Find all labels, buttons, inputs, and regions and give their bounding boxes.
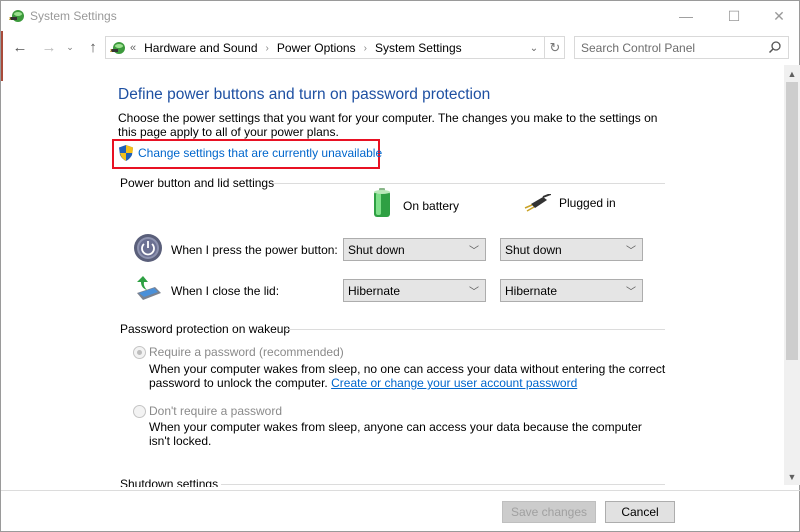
footer-divider bbox=[1, 490, 800, 491]
section-title-power: Power button and lid settings bbox=[120, 176, 275, 190]
system-settings-window: System Settings — ☐ ✕ ← → ⌄ ↑ « Hardware… bbox=[0, 0, 800, 532]
title-bar: System Settings — ☐ ✕ bbox=[1, 1, 799, 31]
maximize-button[interactable]: ☐ bbox=[711, 1, 757, 31]
page-title: Define power buttons and turn on passwor… bbox=[118, 86, 491, 103]
dont-require-password-radio[interactable]: Don't require a password bbox=[133, 404, 282, 418]
section-divider bbox=[273, 183, 665, 184]
selected-value: Hibernate bbox=[348, 283, 401, 298]
uac-shield-icon bbox=[119, 145, 133, 161]
breadcrumb-separator-icon[interactable]: › bbox=[266, 43, 269, 54]
scroll-thumb[interactable] bbox=[786, 82, 798, 360]
power-button-on-battery-select[interactable]: Shut down ﹀ bbox=[343, 238, 486, 261]
selected-value: Hibernate bbox=[505, 283, 558, 298]
scroll-down-icon[interactable]: ▼ bbox=[784, 468, 800, 485]
overflow-chevron-icon[interactable]: « bbox=[130, 42, 136, 54]
section-divider bbox=[285, 329, 665, 330]
on-battery-label: On battery bbox=[403, 199, 460, 213]
require-password-description: When your computer wakes from sleep, no … bbox=[149, 362, 669, 390]
dont-require-password-description: When your computer wakes from sleep, any… bbox=[149, 420, 642, 448]
plugged-in-label: Plugged in bbox=[559, 196, 616, 210]
change-unavailable-settings-link[interactable]: Change settings that are currently unava… bbox=[138, 146, 382, 160]
window-title: System Settings bbox=[30, 9, 117, 23]
save-changes-button[interactable]: Save changes bbox=[502, 501, 596, 523]
column-on-battery: On battery bbox=[373, 188, 460, 218]
recent-locations-button[interactable]: ⌄ bbox=[63, 36, 77, 58]
close-lid-label: When I close the lid: bbox=[171, 284, 280, 298]
search-box bbox=[574, 36, 789, 59]
vertical-scrollbar[interactable]: ▲ ▼ bbox=[784, 65, 800, 485]
content-pane: Define power buttons and turn on passwor… bbox=[3, 63, 785, 487]
power-button-label: When I press the power button: bbox=[171, 243, 338, 257]
section-title-shutdown: Shutdown settings bbox=[120, 477, 219, 487]
section-divider bbox=[221, 484, 665, 485]
power-button-plugged-in-select[interactable]: Shut down ﹀ bbox=[500, 238, 643, 261]
close-button[interactable]: ✕ bbox=[756, 1, 800, 31]
close-lid-on-battery-select[interactable]: Hibernate ﹀ bbox=[343, 279, 486, 302]
create-change-password-link[interactable]: Create or change your user account passw… bbox=[331, 376, 577, 390]
breadcrumb-hardware-and-sound[interactable]: Hardware and Sound bbox=[144, 41, 257, 55]
breadcrumb-system-settings[interactable]: System Settings bbox=[375, 41, 462, 55]
minimize-button[interactable]: — bbox=[663, 1, 709, 31]
breadcrumb-separator-icon[interactable]: › bbox=[364, 43, 367, 54]
laptop-lid-icon bbox=[137, 276, 161, 300]
cancel-button[interactable]: Cancel bbox=[605, 501, 675, 523]
address-bar[interactable]: « Hardware and Sound › Power Options › S… bbox=[105, 36, 565, 59]
chevron-down-icon: ﹀ bbox=[626, 287, 636, 298]
intro-text: Choose the power settings that you want … bbox=[118, 111, 658, 139]
power-button-icon bbox=[134, 234, 162, 262]
search-input[interactable] bbox=[581, 40, 761, 56]
breadcrumb: « Hardware and Sound › Power Options › S… bbox=[130, 41, 462, 55]
scroll-up-icon[interactable]: ▲ bbox=[784, 65, 800, 82]
radio-button-selected[interactable] bbox=[133, 345, 146, 359]
breadcrumb-power-options[interactable]: Power Options bbox=[277, 41, 356, 55]
chevron-down-icon: ﹀ bbox=[626, 246, 636, 257]
power-plug-icon bbox=[524, 194, 551, 212]
refresh-button[interactable]: ↻ bbox=[544, 37, 565, 58]
section-title-password: Password protection on wakeup bbox=[120, 322, 291, 336]
selected-value: Shut down bbox=[348, 242, 405, 257]
search-icon[interactable] bbox=[768, 40, 782, 54]
selected-value: Shut down bbox=[505, 242, 562, 257]
forward-button[interactable]: → bbox=[39, 36, 59, 58]
address-dropdown-icon[interactable]: ⌄ bbox=[526, 39, 542, 57]
dont-require-password-label: Don't require a password bbox=[149, 404, 283, 418]
navigation-bar: ← → ⌄ ↑ « Hardware and Sound › Power Opt… bbox=[1, 34, 799, 60]
column-plugged-in: Plugged in bbox=[523, 194, 616, 212]
battery-icon bbox=[374, 188, 390, 217]
radio-button[interactable] bbox=[133, 404, 146, 418]
up-button[interactable]: ↑ bbox=[84, 36, 102, 58]
close-lid-plugged-in-select[interactable]: Hibernate ﹀ bbox=[500, 279, 643, 302]
chevron-down-icon: ﹀ bbox=[469, 287, 479, 298]
require-password-label: Require a password (recommended) bbox=[149, 345, 344, 359]
back-button[interactable]: ← bbox=[10, 36, 30, 58]
chevron-down-icon: ﹀ bbox=[469, 246, 479, 257]
require-password-radio[interactable]: Require a password (recommended) bbox=[133, 345, 344, 359]
power-options-icon bbox=[110, 42, 125, 54]
power-options-icon bbox=[9, 10, 24, 22]
